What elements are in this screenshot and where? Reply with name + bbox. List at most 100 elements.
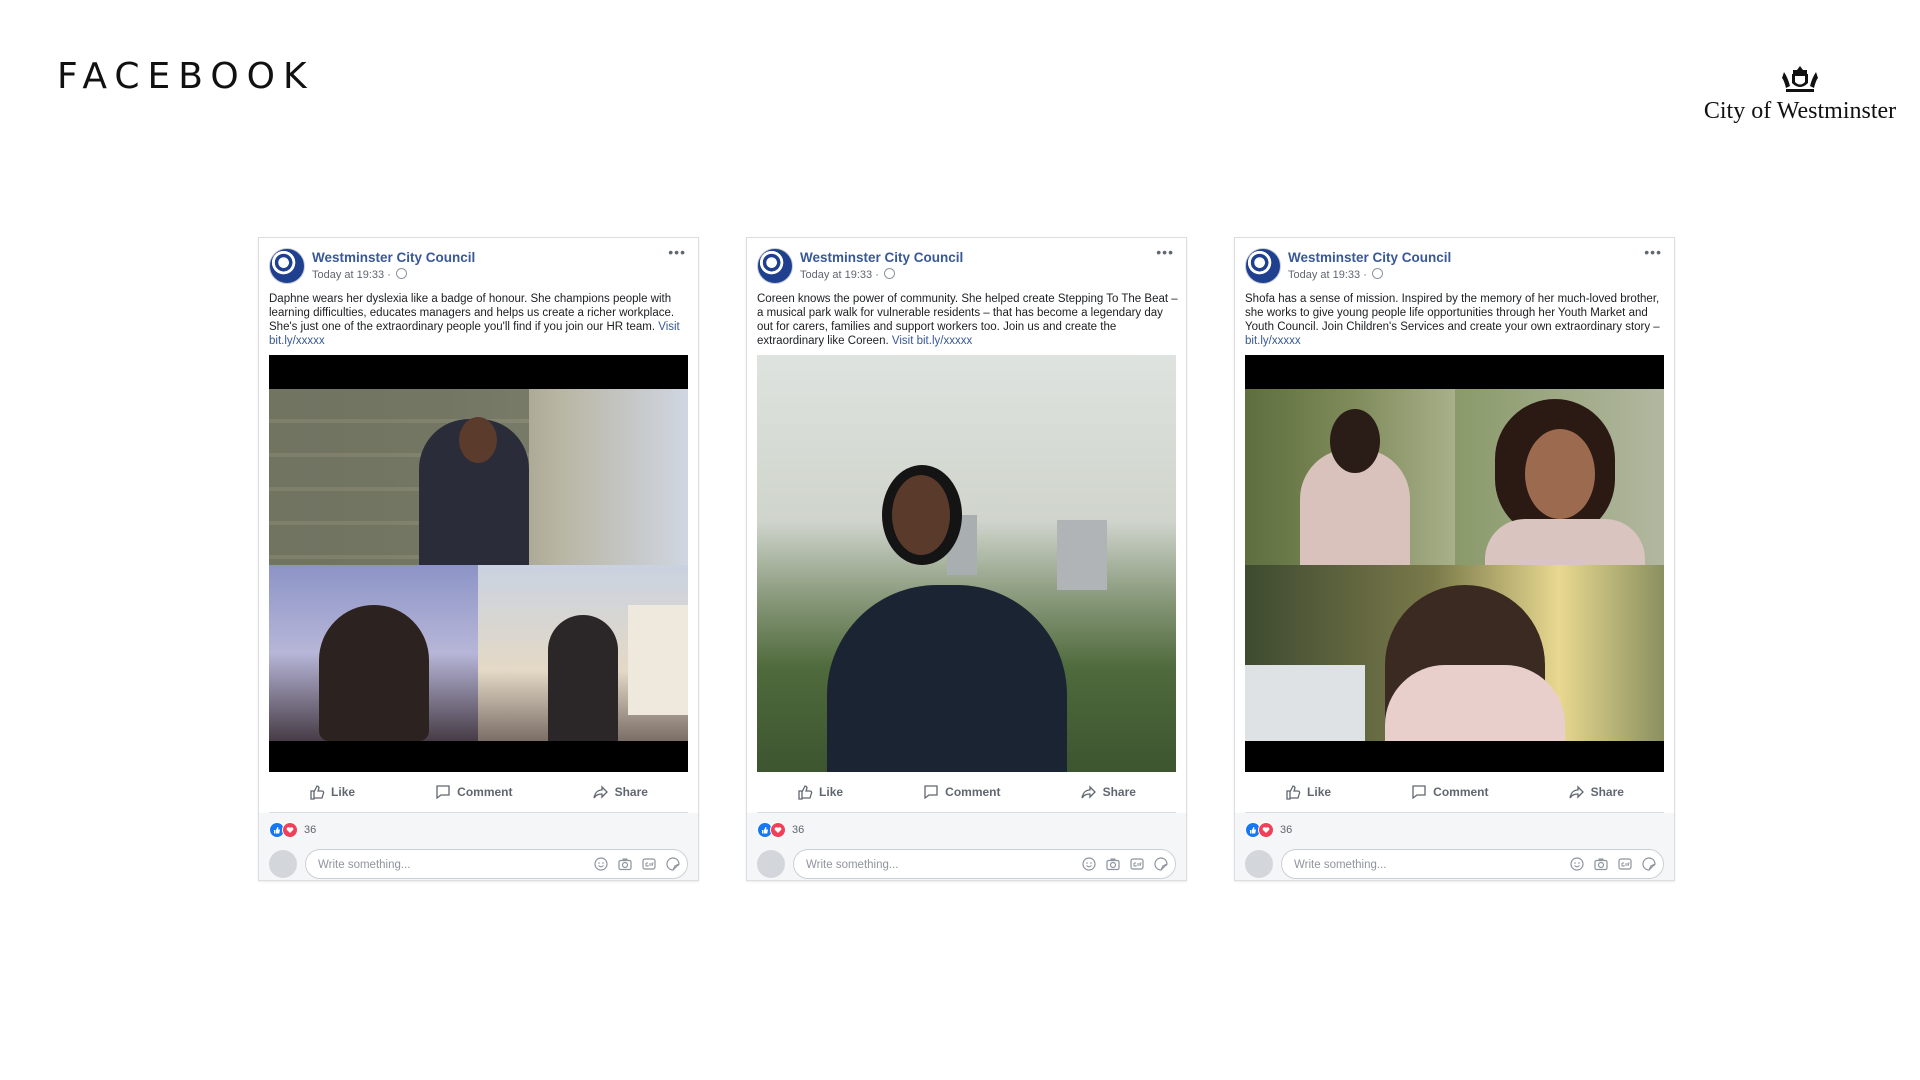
camera-icon[interactable]	[1593, 856, 1609, 872]
post-time: Today at 19:33 ·	[1288, 269, 1367, 281]
post-media[interactable]	[1245, 355, 1664, 772]
share-label: Share	[614, 785, 648, 799]
post-link-prefix: Visit	[891, 335, 914, 347]
more-options-icon[interactable]: •••	[1644, 244, 1662, 260]
share-label: Share	[1590, 785, 1624, 799]
user-avatar	[1245, 850, 1273, 878]
post-time: Today at 19:33 ·	[800, 269, 879, 281]
post-actions: Like Comment Share	[757, 772, 1176, 813]
photo-daphne-profile	[269, 565, 478, 741]
post-header: Westminster City Council Today at 19:33 …	[269, 244, 688, 284]
love-reaction-icon	[1258, 822, 1274, 838]
user-avatar	[757, 850, 785, 878]
comment-button[interactable]: Comment	[425, 780, 522, 804]
more-options-icon[interactable]: •••	[668, 244, 686, 260]
comment-label: Comment	[457, 785, 513, 799]
page-avatar[interactable]	[1245, 248, 1281, 284]
post-media[interactable]	[757, 355, 1176, 772]
sticker-icon[interactable]	[1641, 856, 1657, 872]
comment-icon	[924, 785, 938, 800]
sticker-icon[interactable]	[1153, 856, 1169, 872]
sticker-icon[interactable]	[665, 856, 681, 872]
post-header: Westminster City Council Today at 19:33 …	[757, 244, 1176, 284]
comment-box	[793, 849, 1176, 880]
page-heading: FACEBOOK	[57, 56, 315, 97]
comment-label: Comment	[1433, 785, 1489, 799]
comment-input[interactable]	[316, 850, 570, 880]
post-timestamp: Today at 19:33 ·	[1288, 268, 1383, 281]
post-link[interactable]: bit.ly/xxxxx	[1245, 335, 1301, 347]
more-options-icon[interactable]: •••	[1156, 244, 1174, 260]
reactions-summary[interactable]: 36	[1245, 822, 1292, 838]
thumbs-up-icon	[1286, 785, 1301, 800]
gif-icon[interactable]	[1617, 856, 1633, 872]
comment-tools	[1569, 856, 1657, 872]
comment-input[interactable]	[1292, 850, 1546, 880]
share-icon	[1080, 785, 1096, 799]
globe-icon	[883, 268, 895, 279]
love-reaction-icon	[282, 822, 298, 838]
post-body: Daphne wears her dyslexia like a badge o…	[269, 293, 675, 333]
post-timestamp: Today at 19:33 ·	[800, 268, 895, 281]
brand-name: City of Westminster	[1703, 98, 1897, 124]
post-text: Daphne wears her dyslexia like a badge o…	[269, 292, 690, 348]
comment-tools	[1081, 856, 1169, 872]
like-label: Like	[1307, 785, 1332, 799]
post-link[interactable]: Visit bit.ly/xxxxx	[892, 335, 972, 347]
comment-button[interactable]: Comment	[1401, 780, 1498, 804]
post-link-url: bit.ly/xxxxx	[1245, 335, 1301, 347]
comment-tools	[593, 856, 681, 872]
emoji-icon[interactable]	[593, 856, 609, 872]
reactions-summary[interactable]: 36	[269, 822, 316, 838]
comment-label: Comment	[945, 785, 1001, 799]
love-reaction-icon	[770, 822, 786, 838]
post-body: Shofa has a sense of mission. Inspired b…	[1245, 293, 1660, 333]
page-name-link[interactable]: Westminster City Council	[800, 250, 963, 265]
post-media[interactable]	[269, 355, 688, 772]
photo-shofa-garden	[1245, 389, 1455, 565]
brand-logo: City of Westminster	[1700, 64, 1900, 125]
post-text: Coreen knows the power of community. She…	[757, 292, 1178, 348]
page-name-link[interactable]: Westminster City Council	[312, 250, 475, 265]
thumbs-up-icon	[310, 785, 325, 800]
page-avatar[interactable]	[757, 248, 793, 284]
photo-daphne-city	[478, 565, 688, 741]
reactions-section: 36	[747, 813, 1186, 880]
emoji-icon[interactable]	[1569, 856, 1585, 872]
gif-icon[interactable]	[641, 856, 657, 872]
thumbs-up-icon	[798, 785, 813, 800]
page-avatar[interactable]	[269, 248, 305, 284]
comment-icon	[436, 785, 450, 800]
like-button[interactable]: Like	[299, 780, 365, 804]
post-actions: Like Comment Share	[269, 772, 688, 813]
photo-shofa-sunset	[1245, 565, 1664, 741]
share-button[interactable]: Share	[583, 780, 658, 804]
comment-button[interactable]: Comment	[913, 780, 1010, 804]
post-text: Shofa has a sense of mission. Inspired b…	[1245, 292, 1666, 348]
gif-icon[interactable]	[1129, 856, 1145, 872]
post-link-url: bit.ly/xxxxx	[269, 335, 325, 347]
reaction-count: 36	[792, 824, 805, 836]
facebook-post: Westminster City Council Today at 19:33 …	[1234, 237, 1675, 881]
comment-box	[1281, 849, 1664, 880]
emoji-icon[interactable]	[1081, 856, 1097, 872]
camera-icon[interactable]	[1105, 856, 1121, 872]
reactions-summary[interactable]: 36	[757, 822, 804, 838]
reactions-section: 36	[1235, 813, 1674, 880]
share-button[interactable]: Share	[1559, 780, 1634, 804]
share-icon	[592, 785, 608, 799]
post-link-url: bit.ly/xxxxx	[916, 335, 973, 347]
comment-input[interactable]	[804, 850, 1058, 880]
reaction-count: 36	[1280, 824, 1293, 836]
post-time: Today at 19:33 ·	[312, 269, 391, 281]
post-header: Westminster City Council Today at 19:33 …	[1245, 244, 1664, 284]
post-actions: Like Comment Share	[1245, 772, 1664, 813]
share-icon	[1568, 785, 1584, 799]
photo-daphne-wall	[269, 389, 688, 565]
camera-icon[interactable]	[617, 856, 633, 872]
like-button[interactable]: Like	[787, 780, 853, 804]
like-button[interactable]: Like	[1275, 780, 1341, 804]
share-button[interactable]: Share	[1071, 780, 1146, 804]
page-name-link[interactable]: Westminster City Council	[1288, 250, 1451, 265]
facebook-post: Westminster City Council Today at 19:33 …	[258, 237, 699, 881]
